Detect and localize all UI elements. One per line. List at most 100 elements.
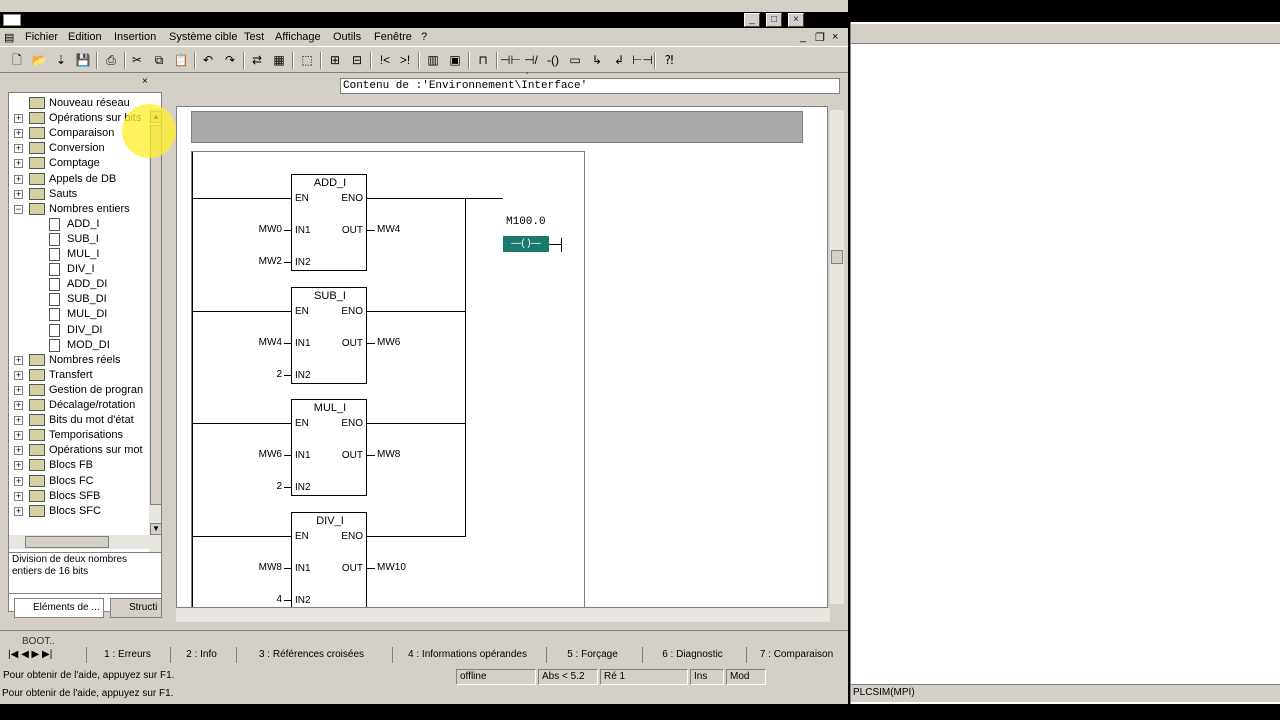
cut-icon[interactable]: ✂ xyxy=(128,52,146,69)
print-icon[interactable]: ⎙ xyxy=(102,52,120,69)
operand-in1[interactable]: MW4 xyxy=(242,337,282,348)
coil-icon[interactable]: -() xyxy=(544,52,562,69)
menu-outils[interactable]: Outils xyxy=(333,31,361,43)
tab-elements[interactable]: Eléments de ... xyxy=(14,598,104,618)
expand-icon[interactable]: + xyxy=(14,506,23,516)
help-icon[interactable]: ⁈ xyxy=(660,52,678,69)
expand-icon[interactable]: + xyxy=(14,159,23,169)
output-tab[interactable]: 5 : Forçage xyxy=(546,647,638,663)
menu-insertion[interactable]: Insertion xyxy=(114,31,156,43)
output-tab[interactable]: 1 : Erreurs xyxy=(86,647,168,663)
tree-hscroll-thumb[interactable] xyxy=(25,536,109,548)
tree-vertical-scrollbar[interactable]: ▲ ▼ xyxy=(149,109,161,557)
contact-no-icon[interactable]: ⊣⊢ xyxy=(500,52,521,69)
redo-icon[interactable]: ↷ xyxy=(221,52,239,69)
expand-icon[interactable]: + xyxy=(14,416,23,426)
menu-systeme-cible[interactable]: Système cible xyxy=(169,31,237,43)
output-tab[interactable]: 3 : Références croisées xyxy=(236,647,386,663)
operand-out[interactable]: MW8 xyxy=(377,449,400,460)
download-icon[interactable]: ⇣ xyxy=(52,52,70,69)
expand-icon[interactable]: + xyxy=(14,355,23,365)
menu-affichage[interactable]: Affichage xyxy=(275,31,321,43)
pane-close-icon[interactable]: × xyxy=(142,76,148,87)
expand-icon[interactable]: − xyxy=(14,204,23,214)
doc-minimize-button[interactable]: _ xyxy=(800,31,806,43)
output-tab[interactable]: 6 : Diagnostic xyxy=(642,647,742,663)
branch-close-icon[interactable]: ↲ xyxy=(610,52,628,69)
select-icon[interactable]: ⬚ xyxy=(298,52,316,69)
prev-icon[interactable]: !< xyxy=(376,52,394,69)
network-icon[interactable]: ⊟ xyxy=(348,52,366,69)
menu-fenetre[interactable]: Fenêtre xyxy=(374,31,412,43)
expand-icon[interactable]: + xyxy=(14,174,23,184)
connect-icon[interactable]: ⊢⊣ xyxy=(632,52,653,69)
expand-icon[interactable]: + xyxy=(14,446,23,456)
editor-horizontal-scrollbar[interactable] xyxy=(176,608,830,622)
output-nav-icon[interactable]: |◀ ◀ ▶ ▶| xyxy=(8,649,52,660)
expand-icon[interactable]: + xyxy=(14,431,23,441)
expand-icon[interactable]: + xyxy=(14,370,23,380)
editor-scroll-thumb[interactable] xyxy=(831,250,843,264)
copy-icon[interactable]: ⧉ xyxy=(150,52,168,69)
next-icon[interactable]: >! xyxy=(396,52,414,69)
output-tab[interactable]: 7 : Comparaison xyxy=(746,647,846,663)
undo-icon[interactable]: ↶ xyxy=(199,52,217,69)
expand-icon[interactable]: + xyxy=(14,385,23,395)
operand-in2[interactable]: 4 xyxy=(242,594,282,605)
tree-scroll-thumb[interactable] xyxy=(150,125,161,505)
save-icon[interactable]: 💾 xyxy=(74,52,92,69)
expand-icon[interactable]: + xyxy=(14,491,23,501)
operand-in2[interactable]: MW2 xyxy=(242,256,282,267)
network-1[interactable]: ADD_I EN ENO IN1 OUT IN2 MW0 MW2 MW4 SUB_I EN ENO IN… xyxy=(191,151,585,607)
function-block[interactable]: SUB_I EN ENO IN1 OUT IN2 xyxy=(291,286,367,384)
minimize-button[interactable]: _ xyxy=(744,13,760,27)
editor-vertical-scrollbar[interactable] xyxy=(830,110,844,604)
plc-icon[interactable]: ▦ xyxy=(270,52,288,69)
online-icon[interactable]: ⇄ xyxy=(248,52,266,69)
doc-close-button[interactable]: × xyxy=(832,31,838,43)
open-icon[interactable]: 📂 xyxy=(30,52,48,69)
operand-in1[interactable]: MW8 xyxy=(242,562,282,573)
menu-edition[interactable]: Edition xyxy=(68,31,102,43)
operand-in2[interactable]: 2 xyxy=(242,369,282,380)
operand-out[interactable]: MW4 xyxy=(377,224,400,235)
overview-icon[interactable]: ▥ xyxy=(424,52,442,69)
function-block[interactable]: DIV_I EN ENO IN1 OUT IN2 xyxy=(291,511,367,607)
operand-out[interactable]: MW6 xyxy=(377,337,400,348)
new-icon[interactable]: 🗋 xyxy=(8,52,26,69)
expand-icon[interactable]: + xyxy=(14,401,23,410)
output-tab[interactable]: 2 : Info xyxy=(170,647,232,663)
doc-restore-button[interactable]: ❐ xyxy=(815,31,825,44)
tree-horizontal-scrollbar[interactable] xyxy=(9,535,149,549)
contact-nc-icon[interactable]: ⊣/⊢ xyxy=(522,52,540,84)
expand-icon[interactable]: + xyxy=(14,476,23,486)
expand-icon[interactable]: + xyxy=(14,129,23,139)
operand-in1[interactable]: MW0 xyxy=(242,224,282,235)
operand-in2[interactable]: 2 xyxy=(242,481,282,492)
operand-in1[interactable]: MW6 xyxy=(242,449,282,460)
branch-icon[interactable]: ⊓ xyxy=(474,52,492,69)
monitor-icon[interactable]: ⊞ xyxy=(326,52,344,69)
menu-fichier[interactable]: Fichier xyxy=(25,31,58,43)
expand-icon[interactable]: + xyxy=(14,189,23,199)
expand-icon[interactable]: + xyxy=(14,114,23,124)
menu-test[interactable]: Test xyxy=(244,31,264,43)
network-header[interactable] xyxy=(191,111,803,143)
ladder-canvas[interactable]: ADD_I EN ENO IN1 OUT IN2 MW0 MW2 MW4 SUB_I EN ENO IN… xyxy=(176,106,828,608)
expand-icon[interactable]: + xyxy=(14,144,23,154)
branch-open-icon[interactable]: ↳ xyxy=(588,52,606,69)
function-block[interactable]: MUL_I EN ENO IN1 OUT IN2 xyxy=(291,399,367,496)
paste-icon[interactable]: 📋 xyxy=(172,52,190,69)
maximize-button[interactable]: □ xyxy=(766,13,782,27)
details-icon[interactable]: ▣ xyxy=(446,52,464,69)
tab-structure[interactable]: Structi xyxy=(110,598,162,618)
scroll-down-icon[interactable]: ▼ xyxy=(150,523,161,535)
operand-out[interactable]: MW10 xyxy=(377,562,406,573)
doc-menu-icon[interactable]: ▤ xyxy=(4,31,14,44)
output-tab[interactable]: 4 : Informations opérandes xyxy=(392,647,542,663)
expand-icon[interactable]: + xyxy=(14,461,23,471)
menu-help[interactable]: ? xyxy=(421,31,427,43)
function-block[interactable]: ADD_I EN ENO IN1 OUT IN2 xyxy=(291,174,367,271)
close-button[interactable]: × xyxy=(788,13,804,27)
output-coil[interactable]: —( )— xyxy=(503,236,549,252)
